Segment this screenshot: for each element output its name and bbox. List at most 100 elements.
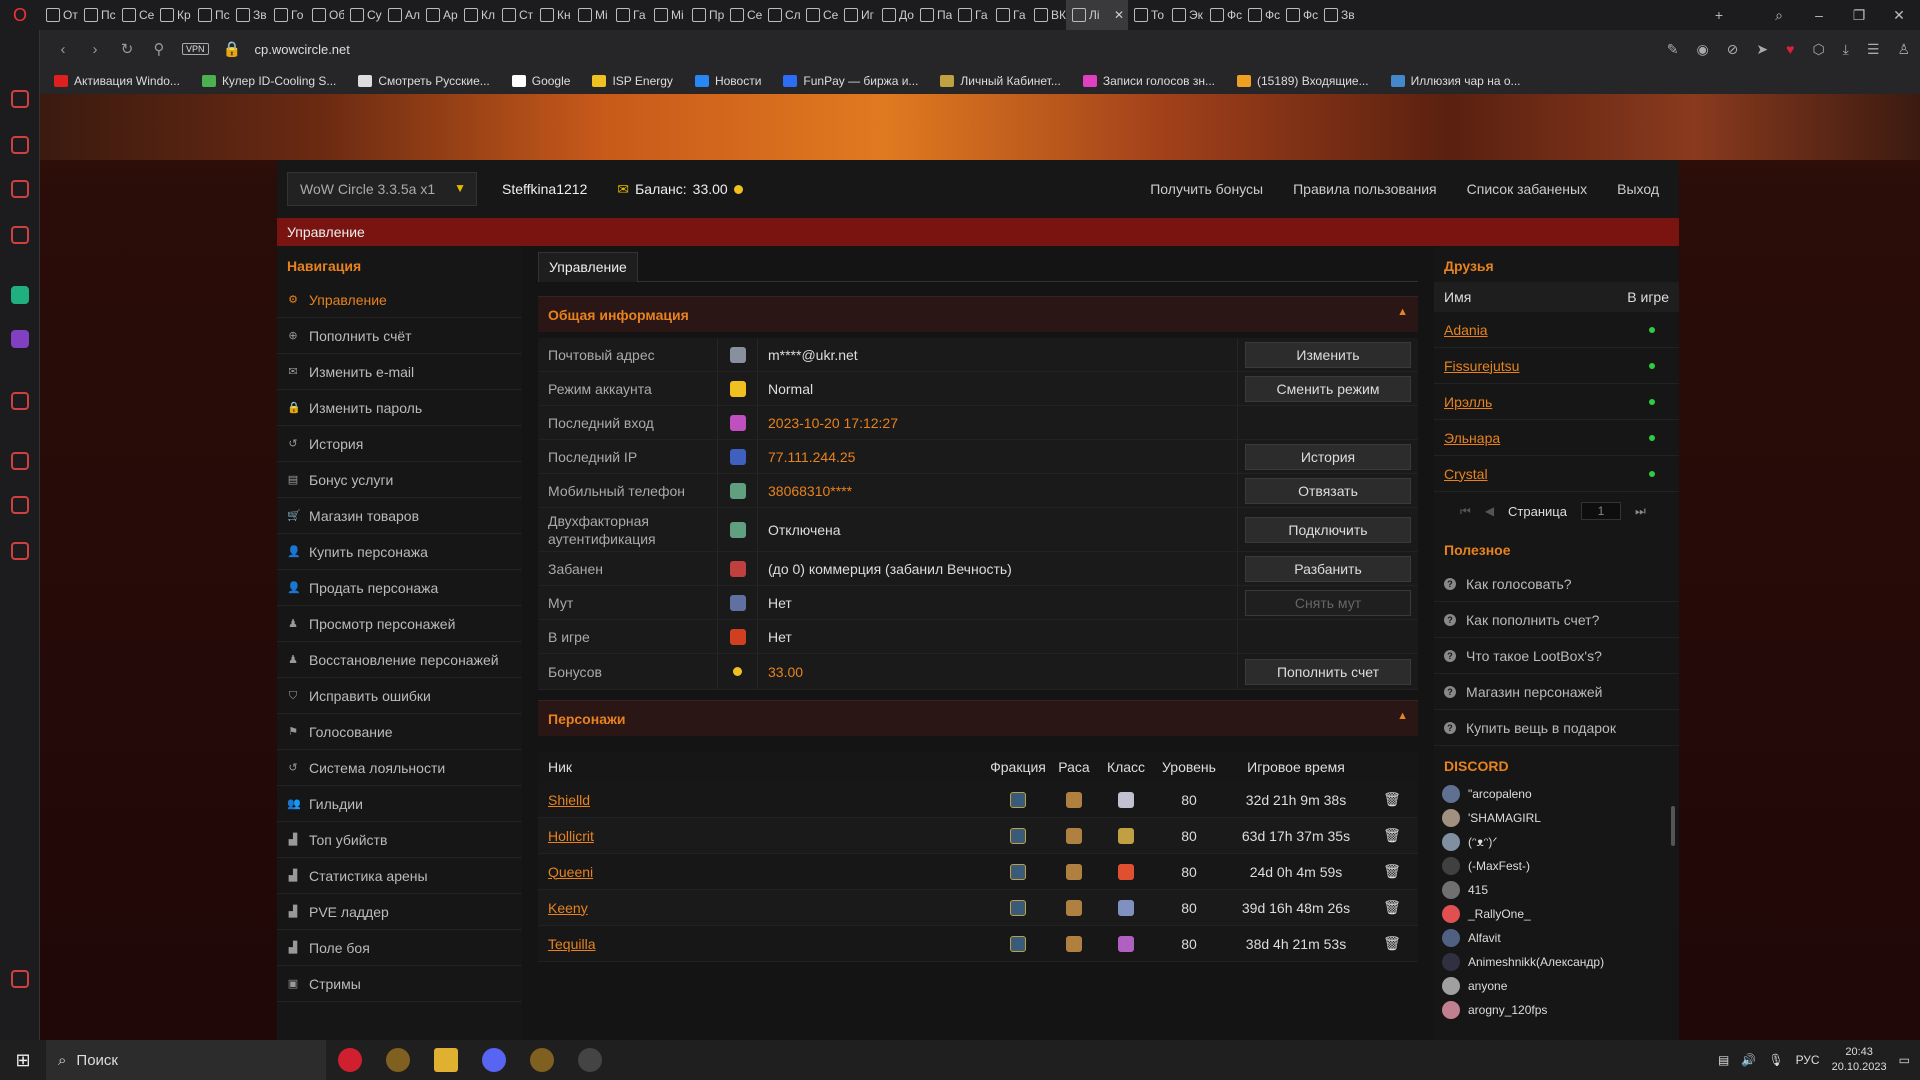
info-action-button[interactable]: Изменить bbox=[1245, 341, 1411, 368]
discord-member[interactable]: "arcopaleno bbox=[1434, 782, 1679, 806]
bookmark-item[interactable]: Google bbox=[511, 74, 570, 88]
discord-member[interactable]: Animeshnikk(Александр) bbox=[1434, 950, 1679, 974]
nav-item[interactable]: ⚙ Управление bbox=[277, 282, 522, 318]
volume-icon[interactable]: 🔊 bbox=[1741, 1053, 1756, 1067]
nav-item[interactable]: ▣ Стримы bbox=[277, 966, 522, 1002]
download-icon[interactable]: ⤓ bbox=[1843, 41, 1849, 58]
browser-tab[interactable]: Зв bbox=[230, 0, 268, 30]
bookmark-item[interactable]: Смотреть Русские... bbox=[358, 74, 490, 88]
browser-tab[interactable]: Кр bbox=[154, 0, 192, 30]
url-field[interactable]: cp.wowcircle.net bbox=[255, 42, 350, 57]
vpn-badge[interactable]: VPN bbox=[182, 43, 209, 55]
close-window-icon[interactable]: ✕ bbox=[1880, 0, 1918, 30]
send-icon[interactable]: ➤ bbox=[1756, 41, 1768, 58]
char-nick-link[interactable]: Tequilla bbox=[548, 936, 595, 952]
site-info-icon[interactable]: ⚲ bbox=[150, 40, 168, 58]
discord-member[interactable]: arogny_120fps bbox=[1434, 998, 1679, 1022]
browser-tab[interactable]: Фс bbox=[1280, 0, 1318, 30]
extensions-icon[interactable] bbox=[11, 496, 29, 514]
nav-item[interactable]: ⚑ Голосование bbox=[277, 714, 522, 750]
chars-panel-header[interactable]: Персонажи ▲ bbox=[538, 700, 1418, 736]
browser-tab[interactable]: От bbox=[40, 0, 78, 30]
trash-icon[interactable]: 🗑 bbox=[1366, 863, 1418, 880]
opera-logo-icon[interactable]: O bbox=[0, 0, 40, 30]
nav-item[interactable]: ↺ Система лояльности bbox=[277, 750, 522, 786]
bookmark-item[interactable]: ISP Energy bbox=[592, 74, 673, 88]
bookmark-item[interactable]: Кулер ID-Cooling S... bbox=[201, 74, 336, 88]
top-link[interactable]: Выход bbox=[1617, 181, 1659, 197]
browser-tab[interactable]: Ст bbox=[496, 0, 534, 30]
browser-tab[interactable]: Иг bbox=[838, 0, 876, 30]
forward-icon[interactable]: › bbox=[86, 41, 104, 58]
history-icon[interactable] bbox=[11, 452, 29, 470]
nav-item[interactable]: 👤 Купить персонажа bbox=[277, 534, 522, 570]
browser-tab[interactable]: Мі bbox=[648, 0, 686, 30]
nav-item[interactable]: ▟ PVE ладдер bbox=[277, 894, 522, 930]
chevron-up-icon[interactable]: ▲ bbox=[1397, 710, 1408, 722]
tab-management[interactable]: Управление bbox=[538, 252, 638, 282]
browser-tab[interactable]: Су bbox=[344, 0, 382, 30]
friend-link[interactable]: Crystal bbox=[1444, 466, 1488, 482]
reload-icon[interactable]: ↻ bbox=[118, 40, 136, 58]
nav-item[interactable]: 🔒 Изменить пароль bbox=[277, 390, 522, 426]
top-link[interactable]: Список забаненых bbox=[1467, 181, 1587, 197]
chevron-up-icon[interactable]: ▲ bbox=[1397, 306, 1408, 318]
bookmark-item[interactable]: Личный Кабинет... bbox=[940, 74, 1061, 88]
search-tabs-icon[interactable]: ⌕ bbox=[1760, 0, 1798, 30]
top-link[interactable]: Правила пользования bbox=[1293, 181, 1437, 197]
info-action-button[interactable]: История bbox=[1245, 443, 1411, 470]
nav-item[interactable]: ♟ Просмотр персонажей bbox=[277, 606, 522, 642]
mic-icon[interactable]: 🎙 bbox=[1768, 1053, 1783, 1067]
char-nick-link[interactable]: Keeny bbox=[548, 900, 588, 916]
edit-icon[interactable]: ✎ bbox=[1667, 41, 1679, 58]
browser-tab[interactable]: Кл bbox=[458, 0, 496, 30]
heart-icon[interactable]: ♥ bbox=[1786, 41, 1794, 57]
browser-tab[interactable]: Се bbox=[800, 0, 838, 30]
first-page-icon[interactable]: ⏮ bbox=[1460, 504, 1471, 519]
snapshot-icon[interactable] bbox=[11, 970, 29, 988]
useful-link[interactable]: ? Как голосовать? bbox=[1434, 566, 1679, 602]
bookmark-item[interactable]: FunPay — биржа и... bbox=[783, 74, 918, 88]
restore-icon[interactable]: ❐ bbox=[1840, 0, 1878, 30]
browser-tab[interactable]: Мі bbox=[572, 0, 610, 30]
prev-page-icon[interactable]: ◀ bbox=[1485, 504, 1494, 518]
nav-item[interactable]: 👥 Гильдии bbox=[277, 786, 522, 822]
info-action-button[interactable]: Пополнить счет bbox=[1245, 658, 1411, 685]
cube-icon[interactable]: ⬡ bbox=[1812, 41, 1824, 58]
discord-member[interactable]: 415 bbox=[1434, 878, 1679, 902]
nav-item[interactable]: ▟ Топ убийств bbox=[277, 822, 522, 858]
browser-tab[interactable]: Га bbox=[610, 0, 648, 30]
char-nick-link[interactable]: Hollicrit bbox=[548, 828, 594, 844]
chatgpt-icon[interactable] bbox=[11, 286, 29, 304]
discord-member[interactable]: Alfavit bbox=[1434, 926, 1679, 950]
info-action-button[interactable]: Разбанить bbox=[1245, 555, 1411, 582]
back-icon[interactable]: ‹ bbox=[54, 41, 72, 58]
info-action-button[interactable]: Снять мут bbox=[1245, 589, 1411, 616]
browser-tab[interactable]: Го bbox=[268, 0, 306, 30]
discord-member[interactable]: (-MaxFest-) bbox=[1434, 854, 1679, 878]
browser-tab[interactable]: Фс bbox=[1242, 0, 1280, 30]
trash-icon[interactable]: 🗑 bbox=[1366, 935, 1418, 952]
discord-member[interactable]: (ᵔᴥᵔ)ᐟ bbox=[1434, 830, 1679, 854]
chatsonic-icon[interactable] bbox=[11, 330, 29, 348]
info-panel-header[interactable]: Общая информация ▲ bbox=[538, 296, 1418, 332]
nav-item[interactable]: ▤ Бонус услуги bbox=[277, 462, 522, 498]
browser-tab[interactable]: Фс bbox=[1204, 0, 1242, 30]
taskbar-search[interactable]: ⌕ Поиск bbox=[46, 1040, 326, 1080]
trash-icon[interactable]: 🗑 bbox=[1366, 791, 1418, 808]
browser-tab[interactable]: Пс bbox=[78, 0, 116, 30]
browser-tab[interactable]: Лі ✕ bbox=[1066, 0, 1128, 30]
bookmark-item[interactable]: Активация Windo... bbox=[54, 74, 180, 88]
close-tab-icon[interactable]: ✕ bbox=[1114, 8, 1124, 22]
taskbar-opera[interactable] bbox=[326, 1040, 374, 1080]
trash-icon[interactable]: 🗑 bbox=[1366, 899, 1418, 916]
trash-icon[interactable]: 🗑 bbox=[1366, 827, 1418, 844]
bookmark-item[interactable]: (15189) Входящие... bbox=[1237, 74, 1369, 88]
nav-item[interactable]: ▟ Поле боя bbox=[277, 930, 522, 966]
browser-tab[interactable]: Зв bbox=[1318, 0, 1356, 30]
minimize-icon[interactable]: – bbox=[1800, 0, 1838, 30]
info-action-button[interactable]: Сменить режим bbox=[1245, 375, 1411, 402]
friend-link[interactable]: Эльнара bbox=[1444, 430, 1500, 446]
windows-start-icon[interactable]: ⊞ bbox=[0, 1040, 46, 1080]
page-input[interactable] bbox=[1580, 502, 1621, 520]
